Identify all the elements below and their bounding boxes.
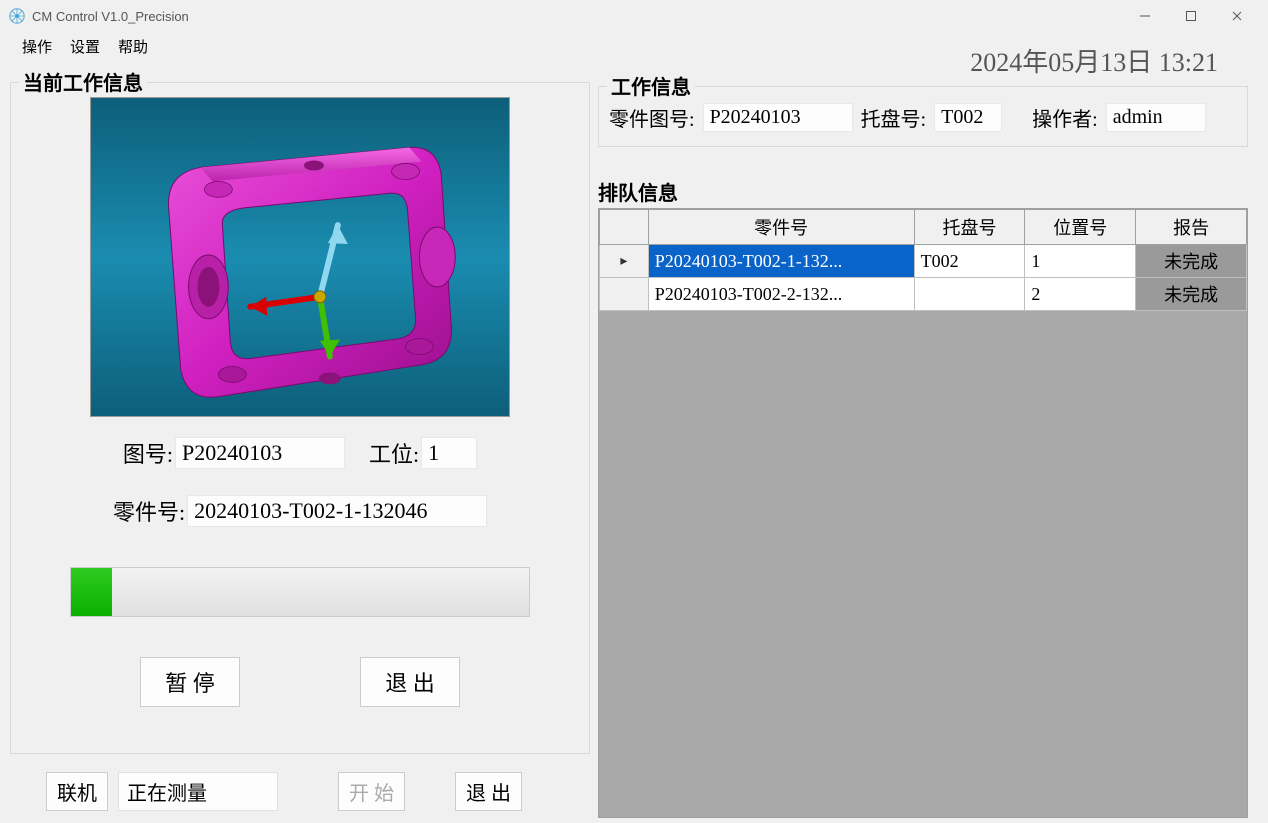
work-info-title: 工作信息 [607,71,695,100]
datetime-display: 2024年05月13日 13:21 [970,42,1218,79]
cell-pos[interactable]: 2 [1025,278,1136,311]
minimize-button[interactable] [1122,0,1168,32]
row-indicator: ▸ [600,245,649,278]
menu-help[interactable]: 帮助 [118,36,148,57]
cell-part[interactable]: P20240103-T002-1-132... [648,245,914,278]
exit-button[interactable]: 退 出 [455,772,522,811]
current-work-title: 当前工作信息 [19,67,147,96]
wi-tray-value: T002 [934,103,1002,132]
cell-tray[interactable] [914,278,1025,311]
drawing-label: 图号: [123,437,173,469]
col-tray-header[interactable]: 托盘号 [914,210,1025,245]
pause-button[interactable]: 暂 停 [140,657,240,707]
station-label: 工位: [369,437,419,469]
work-info-group: 工作信息 零件图号: P20240103 托盘号: T002 操作者: admi… [598,86,1248,147]
exit-inner-button[interactable]: 退 出 [360,657,460,707]
current-work-group: 当前工作信息 [10,82,590,754]
status-display: 正在测量 [118,772,278,811]
col-part-header[interactable]: 零件号 [648,210,914,245]
cell-part[interactable]: P20240103-T002-2-132... [648,278,914,311]
wi-drawing-value: P20240103 [703,103,853,132]
close-button[interactable] [1214,0,1260,32]
cell-report[interactable]: 未完成 [1136,245,1247,278]
app-icon [8,7,26,25]
part-value: 20240103-T002-1-132046 [187,495,487,527]
cell-tray[interactable]: T002 [914,245,1025,278]
wi-operator-value: admin [1106,103,1206,132]
model-3d-view[interactable] [90,97,510,417]
queue-grid[interactable]: 零件号 托盘号 位置号 报告 ▸P20240103-T002-1-132...T… [598,208,1248,818]
progress-bar [70,567,530,617]
window-title: CM Control V1.0_Precision [32,9,189,24]
grid-corner [600,210,649,245]
row-indicator [600,278,649,311]
menu-operate[interactable]: 操作 [22,36,52,57]
menu-settings[interactable]: 设置 [70,36,100,57]
cell-pos[interactable]: 1 [1025,245,1136,278]
station-value: 1 [421,437,477,469]
queue-title: 排队信息 [598,177,1248,206]
cell-report[interactable]: 未完成 [1136,278,1247,311]
col-report-header[interactable]: 报告 [1136,210,1247,245]
maximize-button[interactable] [1168,0,1214,32]
part-label: 零件号: [113,495,185,527]
window-controls [1122,0,1260,32]
connect-button[interactable]: 联机 [46,772,108,811]
wi-drawing-label: 零件图号: [609,103,695,132]
drawing-value: P20240103 [175,437,345,469]
start-button[interactable]: 开 始 [338,772,405,811]
col-pos-header[interactable]: 位置号 [1025,210,1136,245]
wi-tray-label: 托盘号: [861,103,927,132]
progress-fill [71,568,112,616]
wi-operator-label: 操作者: [1032,103,1098,132]
table-row[interactable]: P20240103-T002-2-132... 2未完成 [600,278,1247,311]
titlebar: CM Control V1.0_Precision [0,0,1268,32]
table-row[interactable]: ▸P20240103-T002-1-132...T0021未完成 [600,245,1247,278]
